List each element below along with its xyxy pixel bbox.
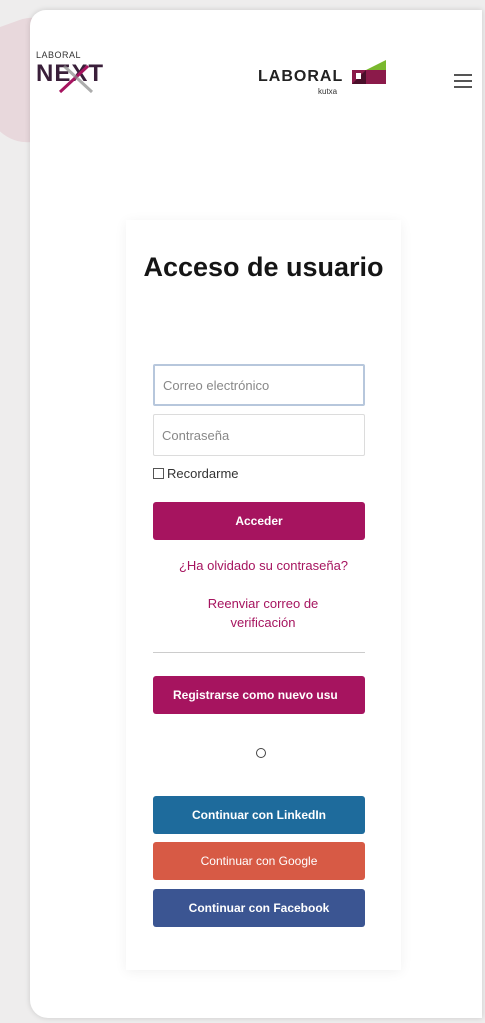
laboral-kutxa-logo[interactable]: LABORAL kutxa	[258, 60, 398, 100]
checkbox-icon[interactable]	[153, 468, 164, 479]
password-input[interactable]	[153, 414, 365, 456]
register-button[interactable]: Registrarse como nuevo usu	[153, 676, 365, 714]
divider	[153, 652, 365, 653]
kutxa-logo-sub: kutxa	[318, 87, 338, 96]
login-card: Acceso de usuario Recordarme Acceder ¿Ha…	[126, 220, 401, 970]
login-page: LABORAL NEXT LABORAL kutxa Acceso de usu…	[30, 10, 482, 1018]
google-login-button[interactable]: Continuar con Google	[153, 842, 365, 880]
email-input[interactable]	[153, 364, 365, 406]
kutxa-logo-mark	[352, 60, 386, 84]
site-header: LABORAL NEXT LABORAL kutxa	[30, 10, 482, 110]
laboral-next-logo[interactable]: LABORAL NEXT	[36, 50, 146, 110]
facebook-login-button[interactable]: Continuar con Facebook	[153, 889, 365, 927]
forgot-password-link[interactable]: ¿Ha olvidado su contraseña?	[126, 556, 401, 575]
linkedin-login-button[interactable]: Continuar con LinkedIn	[153, 796, 365, 834]
resend-verification-link[interactable]: Reenviar correo de verificación	[193, 594, 333, 632]
kutxa-logo-word: LABORAL	[258, 68, 344, 85]
page-title: Acceso de usuario	[143, 252, 384, 282]
hamburger-menu-icon[interactable]	[454, 74, 472, 90]
remember-me-label: Recordarme	[167, 466, 239, 481]
next-logo-x-mark	[58, 64, 94, 94]
next-logo-small-text: LABORAL	[36, 50, 82, 60]
loading-spinner-icon	[256, 748, 266, 758]
remember-me-checkbox[interactable]: Recordarme	[153, 466, 239, 481]
login-button[interactable]: Acceder	[153, 502, 365, 540]
